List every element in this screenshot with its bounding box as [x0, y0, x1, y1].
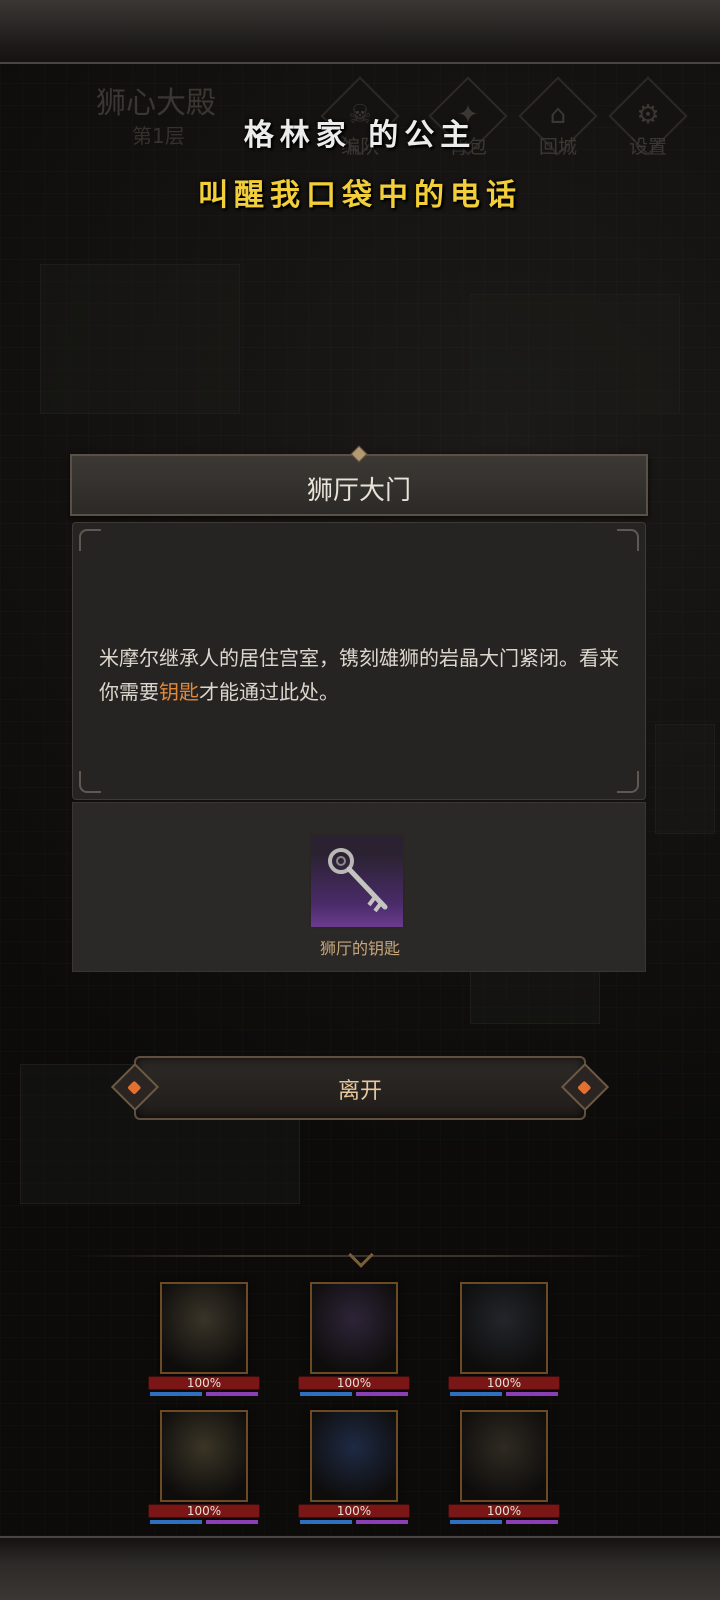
hero-hp-bar: 100% — [448, 1376, 560, 1390]
hero-hp-text: 100% — [486, 1376, 522, 1390]
corner-ornament — [617, 529, 639, 551]
hero-hp-bar: 100% — [298, 1504, 410, 1518]
hero-mana-bar — [300, 1520, 352, 1524]
hero-hp-text: 100% — [486, 1504, 522, 1518]
hero-hp-bar: 100% — [148, 1376, 260, 1390]
corner-ornament — [79, 529, 101, 551]
hero-hp-bar: 100% — [148, 1504, 260, 1518]
hero-hp-text: 100% — [186, 1504, 222, 1518]
hero-portrait — [460, 1282, 548, 1374]
hero-energy-bar — [206, 1520, 258, 1524]
item-name: 狮厅的钥匙 — [319, 939, 400, 958]
dialog-title: 狮厅大门 — [306, 476, 411, 506]
lyric-line-1: 格林家 的公主 — [243, 118, 477, 153]
leave-button[interactable]: 离开 — [110, 1056, 610, 1120]
description-text: 才能通过此处。 — [199, 680, 339, 704]
hero-card[interactable]: 100% — [448, 1410, 560, 1538]
dialog-header: 狮厅大门 — [70, 445, 648, 516]
hero-mana-bar — [300, 1392, 352, 1396]
hero-hp-text: 100% — [336, 1376, 372, 1390]
hero-portrait — [310, 1410, 398, 1502]
description-highlight: 钥匙 — [159, 680, 199, 704]
hero-mana-bar — [450, 1392, 502, 1396]
map-room — [470, 294, 680, 414]
hero-card[interactable]: 100% — [298, 1282, 410, 1410]
item-slot[interactable] — [309, 833, 405, 929]
hero-hp-bar: 100% — [448, 1504, 560, 1518]
leave-label: 离开 — [337, 1079, 382, 1104]
hero-mana-bar — [450, 1520, 502, 1524]
hero-card[interactable]: 100% — [148, 1410, 260, 1538]
hero-card[interactable]: 100% — [448, 1282, 560, 1410]
hero-portrait — [310, 1282, 398, 1374]
required-item-panel: 狮厅的钥匙 — [72, 802, 646, 972]
dialog-description: 米摩尔继承人的居住宫室，镌刻雄狮的岩晶大门紧闭。看来你需要钥匙才能通过此处。 — [99, 641, 629, 709]
map-room — [655, 724, 715, 834]
hero-energy-bar — [356, 1392, 408, 1396]
lyric-line-2: 叫醒我口袋中的电话 — [198, 178, 522, 213]
bottom-frame — [0, 1536, 720, 1600]
hero-energy-bar — [506, 1392, 558, 1396]
hero-hp-text: 100% — [336, 1504, 372, 1518]
key-icon — [328, 848, 388, 913]
top-frame — [0, 0, 720, 64]
hero-card[interactable]: 100% — [298, 1410, 410, 1538]
corner-ornament — [617, 771, 639, 793]
hero-hp-bar: 100% — [298, 1376, 410, 1390]
hero-energy-bar — [506, 1520, 558, 1524]
hero-card[interactable]: 100% — [148, 1282, 260, 1410]
corner-ornament — [79, 771, 101, 793]
hero-hp-text: 100% — [186, 1376, 222, 1390]
map-room — [40, 264, 240, 414]
hero-mana-bar — [150, 1392, 202, 1396]
hero-energy-bar — [206, 1392, 258, 1396]
hero-portrait — [160, 1282, 248, 1374]
hero-portrait — [160, 1410, 248, 1502]
event-dialog: 狮厅大门 米摩尔继承人的居住宫室，镌刻雄狮的岩晶大门紧闭。看来你需要钥匙才能通过… — [70, 445, 648, 1021]
dialog-body: 米摩尔继承人的居住宫室，镌刻雄狮的岩晶大门紧闭。看来你需要钥匙才能通过此处。 — [72, 522, 646, 800]
hero-portrait — [460, 1410, 548, 1502]
hero-energy-bar — [356, 1520, 408, 1524]
hero-mana-bar — [150, 1520, 202, 1524]
